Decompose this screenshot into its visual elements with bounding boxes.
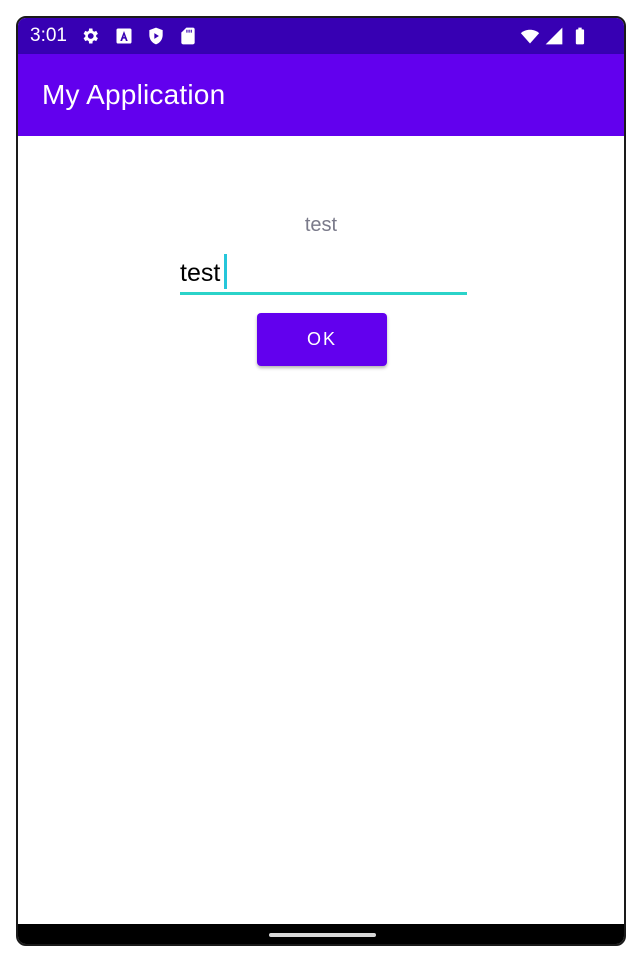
home-gesture-handle[interactable] — [269, 933, 376, 937]
text-input-field[interactable]: test — [180, 254, 467, 295]
settings-icon — [83, 28, 98, 44]
input-underline — [180, 292, 467, 295]
main-content: test test OK — [18, 136, 624, 926]
font-icon — [116, 28, 132, 44]
ok-button[interactable]: OK — [257, 313, 387, 366]
device-frame: 3:01 My Application test test OK — [16, 16, 626, 946]
status-time: 3:01 — [30, 25, 67, 46]
sd-card-icon — [181, 27, 195, 45]
input-value[interactable]: test — [180, 258, 220, 288]
text-cursor — [224, 254, 227, 289]
app-title: My Application — [42, 79, 226, 110]
app-bar: My Application — [18, 54, 624, 136]
navigation-bar — [18, 924, 624, 944]
shield-play-icon — [149, 27, 163, 45]
label-text: test — [304, 214, 338, 236]
wifi-icon — [520, 29, 540, 44]
status-bar: 3:01 — [18, 18, 624, 54]
cell-signal-icon — [545, 27, 563, 45]
battery-icon — [575, 27, 585, 45]
